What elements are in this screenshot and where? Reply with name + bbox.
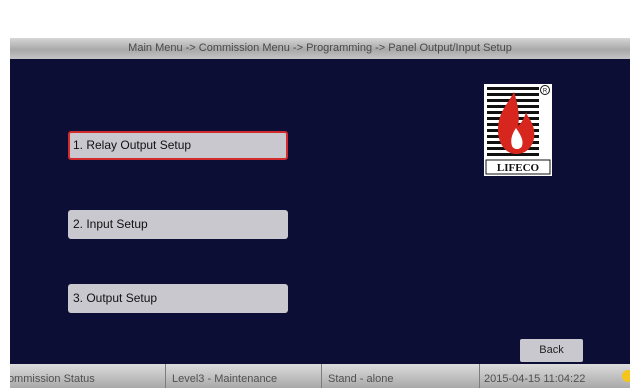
lifeco-logo: R LIFECO	[484, 84, 552, 176]
operating-mode-indicator: Stand - alone	[322, 364, 480, 388]
lifeco-flame-icon: R LIFECO	[484, 84, 552, 176]
logo-text: LIFECO	[497, 162, 540, 174]
status-light-icon	[622, 370, 630, 382]
commission-status-indicator[interactable]: Commission Status	[10, 364, 166, 388]
relay-output-setup-button[interactable]: 1. Relay Output Setup	[68, 131, 288, 160]
svg-text:R: R	[543, 89, 548, 95]
back-button[interactable]: Back	[520, 339, 583, 362]
output-setup-button[interactable]: 3. Output Setup	[68, 284, 288, 313]
datetime-display: 2015-04-15 11:04:22	[484, 373, 586, 385]
input-setup-button[interactable]: 2. Input Setup	[68, 210, 288, 239]
panel-screen: Main Menu -> Commission Menu -> Programm…	[10, 38, 630, 388]
access-level-indicator: Level3 - Maintenance	[166, 364, 322, 388]
breadcrumb: Main Menu -> Commission Menu -> Programm…	[10, 38, 630, 59]
status-bar: Commission Status Level3 - Maintenance S…	[10, 364, 630, 388]
